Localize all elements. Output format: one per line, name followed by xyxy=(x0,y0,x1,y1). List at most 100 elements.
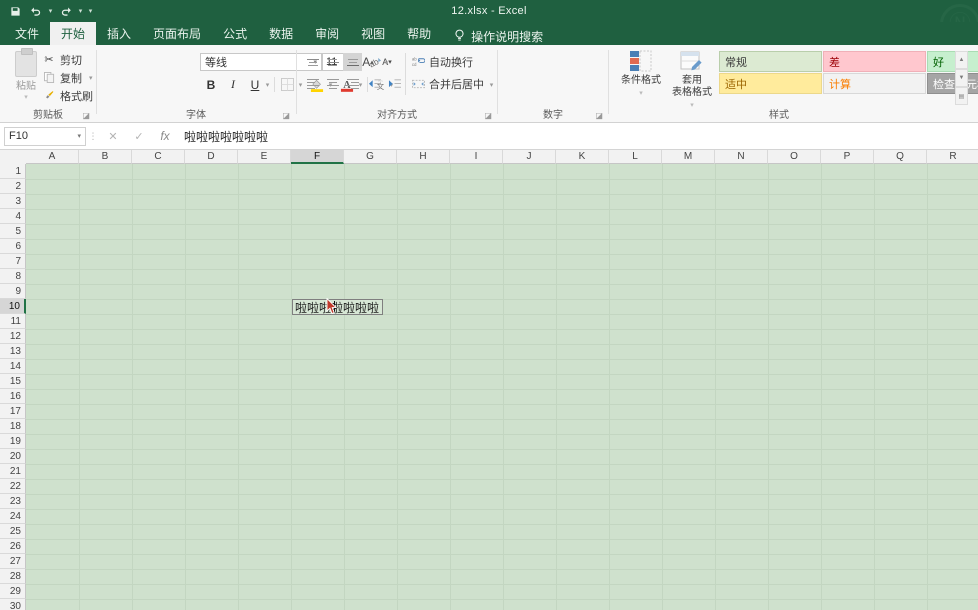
tab-review[interactable]: 审阅 xyxy=(304,22,350,45)
row-header-21[interactable]: 21 xyxy=(0,464,26,479)
copy-button[interactable]: 复制 ▾ xyxy=(42,69,93,86)
merge-dropdown-icon[interactable]: ▾ xyxy=(487,75,496,94)
paste-dropdown-icon[interactable]: ▾ xyxy=(24,93,28,101)
style-gallery-scroll-down[interactable]: ▼ xyxy=(955,69,968,87)
column-header-M[interactable]: M xyxy=(662,150,715,164)
column-header-J[interactable]: J xyxy=(503,150,556,164)
row-header-11[interactable]: 11 xyxy=(0,314,26,329)
tab-formulas[interactable]: 公式 xyxy=(212,22,258,45)
name-box-dropdown-icon[interactable]: ▾ xyxy=(77,132,81,140)
align-left-button[interactable] xyxy=(303,75,322,93)
paste-button[interactable]: 粘贴 ▾ xyxy=(6,48,46,105)
column-header-A[interactable]: A xyxy=(26,150,79,164)
row-header-29[interactable]: 29 xyxy=(0,584,26,599)
column-header-E[interactable]: E xyxy=(238,150,291,164)
column-header-K[interactable]: K xyxy=(556,150,609,164)
align-middle-button[interactable] xyxy=(323,53,342,71)
row-header-6[interactable]: 6 xyxy=(0,239,26,254)
cell-style-good[interactable]: 好 xyxy=(927,51,978,72)
alignment-dialog-launcher[interactable]: ◪ xyxy=(484,111,492,120)
row-header-18[interactable]: 18 xyxy=(0,419,26,434)
row-header-8[interactable]: 8 xyxy=(0,269,26,284)
style-gallery-more[interactable]: ▤ xyxy=(955,87,968,105)
bold-button[interactable]: B xyxy=(202,75,220,94)
row-header-30[interactable]: 30 xyxy=(0,599,26,610)
cell-style-bad[interactable]: 差 xyxy=(823,51,926,72)
column-header-D[interactable]: D xyxy=(185,150,238,164)
cell-style-normal[interactable]: 常规 xyxy=(719,51,822,72)
row-header-5[interactable]: 5 xyxy=(0,224,26,239)
row-header-10[interactable]: 10 xyxy=(0,299,26,314)
cell-area[interactable]: 啦啦啦啦啦啦啦 xyxy=(26,164,978,610)
align-top-button[interactable] xyxy=(303,53,322,71)
column-header-O[interactable]: O xyxy=(768,150,821,164)
formula-bar-grip[interactable]: ⋮ xyxy=(86,131,100,142)
decrease-indent-button[interactable] xyxy=(365,75,384,93)
align-center-button[interactable] xyxy=(323,75,342,93)
column-header-B[interactable]: B xyxy=(79,150,132,164)
column-header-F[interactable]: F xyxy=(291,150,344,164)
insert-function-icon[interactable]: fx xyxy=(152,127,178,146)
save-icon[interactable] xyxy=(6,2,25,21)
column-header-G[interactable]: G xyxy=(344,150,397,164)
format-painter-button[interactable]: 格式刷 xyxy=(42,87,93,104)
conditional-formatting-dropdown-icon[interactable]: ▾ xyxy=(639,88,643,100)
row-header-2[interactable]: 2 xyxy=(0,179,26,194)
column-header-H[interactable]: H xyxy=(397,150,450,164)
underline-dropdown-icon[interactable]: ▾ xyxy=(263,75,272,94)
column-header-P[interactable]: P xyxy=(821,150,874,164)
wrap-text-button[interactable]: ab cd 自动换行 xyxy=(411,53,473,71)
column-header-R[interactable]: R xyxy=(927,150,978,164)
italic-button[interactable]: I xyxy=(224,75,242,94)
redo-icon[interactable] xyxy=(56,2,75,21)
row-header-13[interactable]: 13 xyxy=(0,344,26,359)
column-header-L[interactable]: L xyxy=(609,150,662,164)
row-header-24[interactable]: 24 xyxy=(0,509,26,524)
column-header-Q[interactable]: Q xyxy=(874,150,927,164)
align-bottom-button[interactable] xyxy=(343,53,362,71)
row-header-17[interactable]: 17 xyxy=(0,404,26,419)
tab-help[interactable]: 帮助 xyxy=(396,22,442,45)
tab-insert[interactable]: 插入 xyxy=(96,22,142,45)
row-header-25[interactable]: 25 xyxy=(0,524,26,539)
formula-input[interactable]: 啦啦啦啦啦啦啦 xyxy=(178,127,978,146)
cell-style-check[interactable]: 检查单元格 xyxy=(927,73,978,94)
row-header-23[interactable]: 23 xyxy=(0,494,26,509)
tell-me-search[interactable]: 操作说明搜索 xyxy=(442,28,549,45)
undo-dropdown-icon[interactable]: ▾ xyxy=(46,2,55,21)
column-header-N[interactable]: N xyxy=(715,150,768,164)
row-header-12[interactable]: 12 xyxy=(0,329,26,344)
cell-style-neutral[interactable]: 适中 xyxy=(719,73,822,94)
merge-center-button[interactable]: 合并后居中 xyxy=(411,75,484,93)
align-right-button[interactable] xyxy=(343,75,362,93)
name-box[interactable]: F10 ▾ xyxy=(4,126,86,146)
style-gallery-scroll-up[interactable]: ▲ xyxy=(955,51,968,69)
confirm-edit-icon[interactable]: ✓ xyxy=(126,127,152,146)
cell-style-calculation[interactable]: 计算 xyxy=(823,73,926,94)
row-header-26[interactable]: 26 xyxy=(0,539,26,554)
row-header-19[interactable]: 19 xyxy=(0,434,26,449)
tab-home[interactable]: 开始 xyxy=(50,22,97,45)
row-header-27[interactable]: 27 xyxy=(0,554,26,569)
row-header-20[interactable]: 20 xyxy=(0,449,26,464)
row-header-14[interactable]: 14 xyxy=(0,359,26,374)
tab-view[interactable]: 视图 xyxy=(350,22,396,45)
row-header-16[interactable]: 16 xyxy=(0,389,26,404)
orientation-dropdown-icon[interactable]: ▾ xyxy=(382,53,391,72)
format-as-table-button[interactable]: 套用 表格格式 ▾ xyxy=(666,49,718,109)
row-header-9[interactable]: 9 xyxy=(0,284,26,299)
borders-button[interactable] xyxy=(278,75,296,94)
column-header-I[interactable]: I xyxy=(450,150,503,164)
number-dialog-launcher[interactable]: ◪ xyxy=(595,111,603,120)
row-header-3[interactable]: 3 xyxy=(0,194,26,209)
undo-icon[interactable] xyxy=(26,2,45,21)
copy-dropdown-icon[interactable]: ▾ xyxy=(89,74,93,82)
row-header-4[interactable]: 4 xyxy=(0,209,26,224)
cut-button[interactable]: ✂ 剪切 xyxy=(42,51,82,68)
customize-qat-icon[interactable]: ▾ xyxy=(86,2,95,21)
row-header-1[interactable]: 1 xyxy=(0,164,26,179)
underline-button[interactable]: U xyxy=(246,75,264,94)
font-dialog-launcher[interactable]: ◪ xyxy=(282,111,290,120)
conditional-formatting-button[interactable]: 条件格式 ▾ xyxy=(617,49,665,107)
increase-indent-button[interactable] xyxy=(385,75,404,93)
